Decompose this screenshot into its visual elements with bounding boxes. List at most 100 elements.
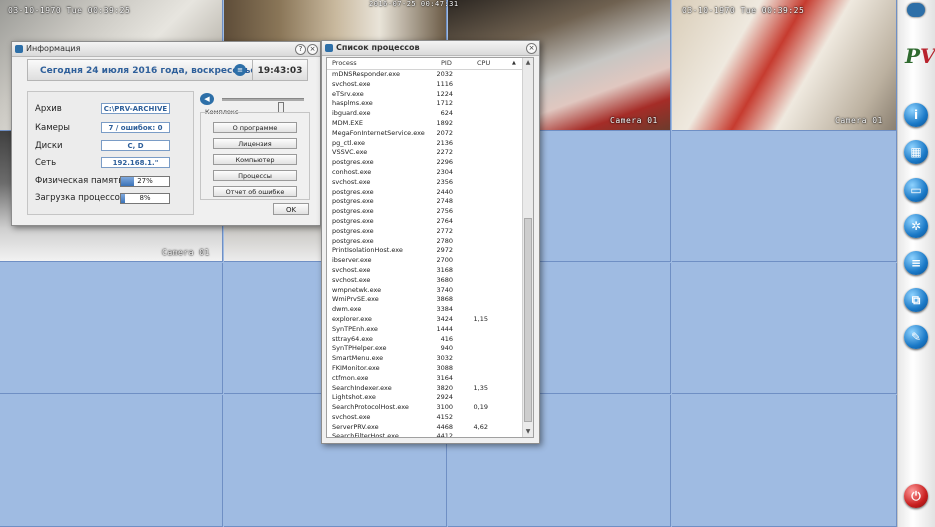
table-row[interactable]: postgres.exe 2780 (327, 237, 524, 247)
sort-arrow-icon: ▲ (512, 60, 516, 66)
camera-slot-empty[interactable] (0, 263, 223, 394)
table-row[interactable]: FKIMonitor.exe 3088 (327, 364, 524, 374)
camera-slot-empty[interactable] (672, 131, 897, 262)
table-row[interactable]: WmiPrvSE.exe 3868 (327, 295, 524, 305)
cpu-label: Загрузка процессора (35, 193, 131, 203)
table-row[interactable]: postgres.exe 2764 (327, 217, 524, 227)
processes-button[interactable]: Процессы (213, 170, 297, 181)
process-list-scrollbar[interactable]: ▲ ▼ (522, 58, 533, 437)
license-button[interactable]: Лицензия (213, 138, 297, 149)
power-exit-icon[interactable]: ⏻ (904, 484, 928, 508)
column-header-cpu[interactable]: CPU (477, 58, 490, 69)
computer-button[interactable]: Компьютер (213, 154, 297, 165)
table-row[interactable]: MDM.EXE 1892 (327, 119, 524, 129)
process-name: conhost.exe (332, 167, 372, 176)
error-report-button[interactable]: Отчет об ошибке (213, 186, 297, 197)
info-icon[interactable]: i (904, 103, 928, 127)
process-pid: 1116 (436, 79, 453, 88)
process-pid: 2272 (436, 148, 453, 157)
archive-drive-icon[interactable]: ≡ (904, 251, 928, 275)
camera-slot-empty[interactable] (0, 395, 223, 527)
table-row[interactable]: svchost.exe 4152 (327, 413, 524, 423)
process-name: hasplms.exe (332, 99, 373, 108)
speaker-icon[interactable]: ◀ (200, 93, 214, 105)
table-row[interactable]: ServerPRV.exe 4468 4,62 (327, 423, 524, 433)
process-pid: 3168 (436, 265, 453, 274)
process-name: postgres.exe (332, 158, 374, 167)
table-row[interactable]: mDNSResponder.exe 2032 (327, 70, 524, 80)
volume-slider[interactable] (222, 98, 304, 113)
process-name: FKIMonitor.exe (332, 363, 380, 372)
process-window-titlebar[interactable]: Список процессов × (322, 41, 539, 56)
table-row[interactable]: VSSVC.exe 2272 (327, 148, 524, 158)
process-name: svchost.exe (332, 275, 371, 284)
table-row[interactable]: PrintIsolationHost.exe 2972 (327, 246, 524, 256)
table-row[interactable]: eTSrv.exe 1224 (327, 90, 524, 100)
camera-slot-empty[interactable] (672, 395, 897, 527)
process-pid: 416 (440, 334, 453, 343)
grid-layout-icon[interactable]: ▦ (904, 140, 928, 164)
table-row[interactable]: SearchIndexer.exe 3820 1,35 (327, 384, 524, 394)
about-button[interactable]: О программе (213, 122, 297, 133)
process-name: SearchIndexer.exe (332, 383, 392, 392)
table-row[interactable]: SynTPHelper.exe 940 (327, 344, 524, 354)
table-row[interactable]: SmartMenu.exe 3032 (327, 354, 524, 364)
close-button[interactable]: × (307, 44, 318, 55)
table-row[interactable]: ibguard.exe 624 (327, 109, 524, 119)
table-row[interactable]: svchost.exe 2356 (327, 178, 524, 188)
table-row[interactable]: ctfmon.exe 3164 (327, 374, 524, 384)
scrollbar-thumb[interactable] (524, 218, 532, 422)
table-row[interactable]: postgres.exe 2440 (327, 188, 524, 198)
table-row[interactable]: SearchProtocolHost.exe 3100 0,19 (327, 403, 524, 413)
table-row[interactable]: postgres.exe 2772 (327, 227, 524, 237)
eye-icon[interactable] (907, 3, 925, 17)
table-row[interactable]: svchost.exe 1116 (327, 80, 524, 90)
camera-label: Camera 01 (835, 116, 883, 125)
process-pid: 4152 (436, 412, 453, 421)
calendar-clock-icon[interactable]: ≡ (234, 64, 246, 76)
column-header-process[interactable]: Process (332, 58, 357, 69)
process-name: SearchProtocolHost.exe (332, 403, 409, 412)
table-row[interactable]: postgres.exe 2296 (327, 158, 524, 168)
network-icon[interactable]: ⧉ (904, 288, 928, 312)
process-pid: 2764 (436, 216, 453, 225)
table-row[interactable]: hasplms.exe 1712 (327, 99, 524, 109)
notes-edit-icon[interactable]: ✎ (904, 325, 928, 349)
process-name: pg_ctl.exe (332, 138, 366, 147)
table-row[interactable]: wmpnetwk.exe 3740 (327, 286, 524, 296)
table-row[interactable]: conhost.exe 2304 (327, 168, 524, 178)
archive-value: C:\PRV-ARCHIVE (101, 103, 170, 114)
table-row[interactable]: SearchFilterHost.exe 4412 (327, 432, 524, 437)
complex-group-frame: О программе Лицензия Компьютер Процессы … (200, 112, 310, 200)
scroll-up-arrow-icon[interactable]: ▲ (523, 58, 533, 68)
table-row[interactable]: sttray64.exe 416 (327, 335, 524, 345)
table-row[interactable]: dwm.exe 3384 (327, 305, 524, 315)
process-pid: 4468 (436, 422, 453, 431)
process-pid: 1444 (436, 324, 453, 333)
table-row[interactable]: postgres.exe 2756 (327, 207, 524, 217)
process-list[interactable]: Process PID CPU ▲ mDNSResponder.exe 2032 s… (326, 57, 534, 438)
memory-label: Физическая память (35, 176, 124, 186)
help-button[interactable]: ? (295, 44, 306, 55)
table-row[interactable]: postgres.exe 2748 (327, 197, 524, 207)
scroll-down-arrow-icon[interactable]: ▼ (523, 427, 533, 437)
table-row[interactable]: MegaFonInternetService.exe 2072 (327, 129, 524, 139)
ok-button[interactable]: OK (273, 203, 309, 215)
table-row[interactable]: Lightshot.exe 2924 (327, 393, 524, 403)
table-row[interactable]: explorer.exe 3424 1,15 (327, 315, 524, 325)
table-row[interactable]: pg_ctl.exe 2136 (327, 139, 524, 149)
table-row[interactable]: ibserver.exe 2700 (327, 256, 524, 266)
info-window-titlebar[interactable]: Информация ? × (12, 42, 320, 57)
table-row[interactable]: SynTPEnh.exe 1444 (327, 325, 524, 335)
camera-view-4[interactable]: 03-10-1970 Tue 00:39:25 Camera 01 (672, 0, 897, 131)
close-button[interactable]: × (526, 43, 537, 54)
column-header-pid[interactable]: PID (441, 58, 452, 69)
camera-slot-empty[interactable] (672, 263, 897, 394)
process-name: ibserver.exe (332, 256, 372, 265)
process-name: explorer.exe (332, 314, 372, 323)
table-row[interactable]: svchost.exe 3168 (327, 266, 524, 276)
table-row[interactable]: svchost.exe 3680 (327, 276, 524, 286)
monitor-icon[interactable]: ▭ (904, 178, 928, 202)
process-name: postgres.exe (332, 207, 374, 216)
settings-gear-icon[interactable]: ✲ (904, 214, 928, 238)
